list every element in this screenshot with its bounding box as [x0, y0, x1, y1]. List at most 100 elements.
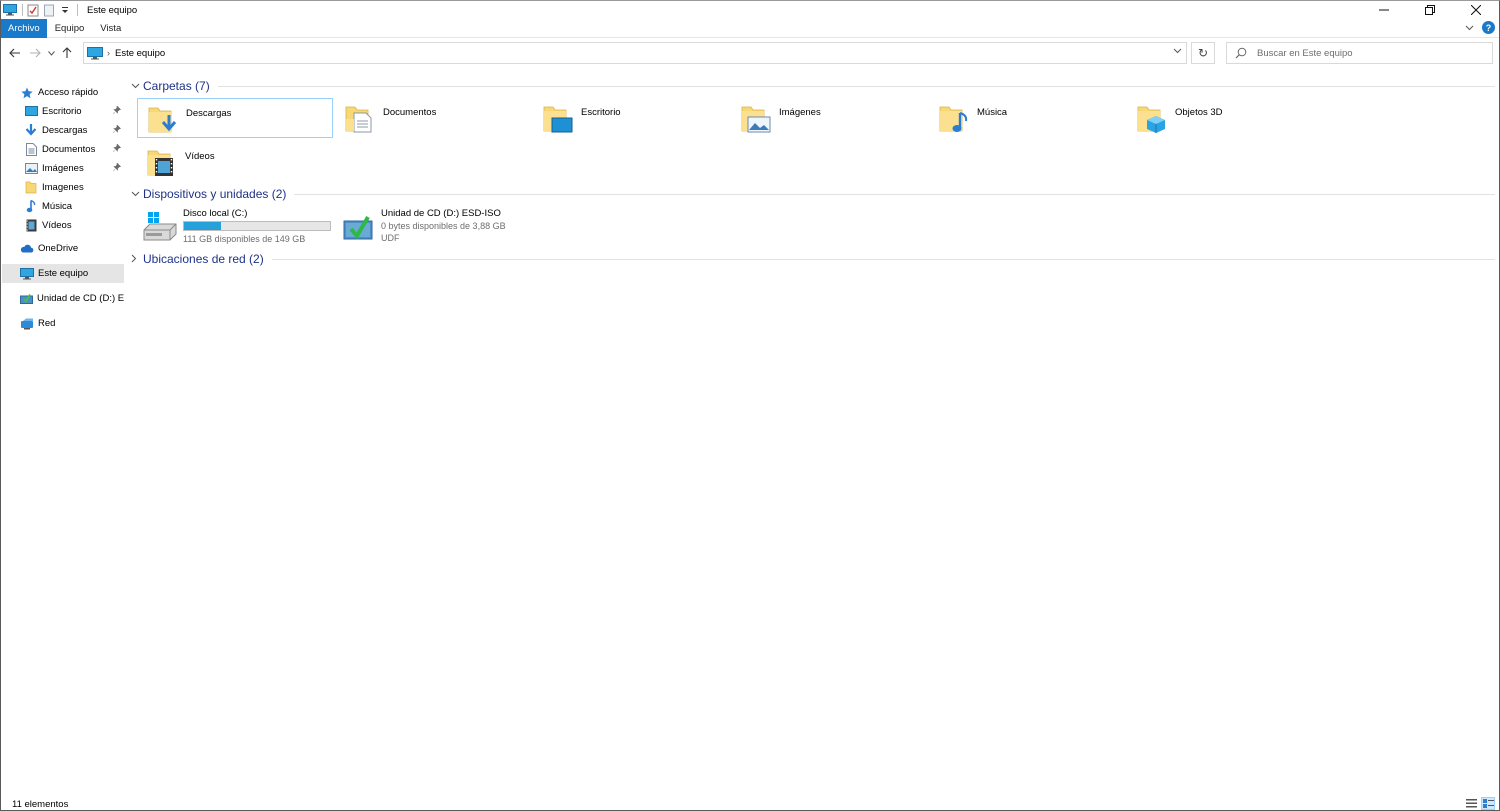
customize-toolbar-icon[interactable] [58, 3, 72, 17]
expand-chevron-icon[interactable] [131, 254, 141, 265]
search-icon [1235, 47, 1249, 59]
videos-folder-icon [145, 144, 179, 178]
recent-locations-chevron-icon[interactable] [45, 43, 57, 63]
navigation-pane: Acceso rápido Escritorio Descargas Docum… [2, 79, 124, 789]
main-content: Carpetas (7) Descargas Documentos Escrit… [125, 67, 1499, 797]
folder-tile-descargas[interactable]: Descargas [137, 98, 333, 138]
sidebar-item-label: Documentos [42, 144, 96, 155]
address-bar[interactable]: › Este equipo [83, 42, 1187, 64]
sidebar-item-onedrive[interactable]: OneDrive [2, 239, 124, 258]
group-divider [294, 193, 1495, 195]
sidebar-item-cd-drive[interactable]: Unidad de CD (D:) ES [2, 289, 124, 308]
downloads-folder-icon [146, 101, 180, 135]
refresh-button[interactable]: ↻ [1191, 42, 1215, 64]
tab-vista[interactable]: Vista [92, 19, 129, 38]
collapse-chevron-icon[interactable] [131, 81, 141, 91]
tab-archivo[interactable]: Archivo [1, 18, 47, 38]
help-icon[interactable]: ? [1482, 21, 1495, 34]
group-divider [217, 85, 1495, 87]
tiles-view-icon[interactable] [1481, 797, 1495, 810]
folder-label: Imágenes [779, 107, 821, 118]
pin-icon[interactable] [113, 105, 122, 117]
capacity-bar [183, 221, 331, 231]
address-dropdown-icon[interactable] [1173, 46, 1182, 57]
music-icon [24, 200, 38, 214]
folder-label: Documentos [383, 107, 437, 118]
folder-tile-musica[interactable]: Música [929, 98, 1125, 138]
group-divider [271, 258, 1495, 260]
documents-folder-icon [343, 100, 377, 134]
window-title: Este equipo [87, 4, 138, 16]
close-button[interactable] [1453, 1, 1499, 19]
this-pc-icon [87, 46, 103, 60]
pin-icon[interactable] [113, 143, 122, 155]
sidebar-item-imagenes-folder[interactable]: Imagenes [2, 178, 124, 197]
drive-free-space: 111 GB disponibles de 149 GB [183, 234, 306, 244]
details-view-icon[interactable] [1464, 797, 1478, 810]
sidebar-item-musica[interactable]: Música [2, 197, 124, 216]
drive-name: Disco local (C:) [183, 208, 248, 219]
back-button[interactable] [5, 43, 25, 63]
3d-objects-folder-icon [1135, 100, 1169, 134]
drive-tile-local-disk[interactable]: Disco local (C:) 111 GB disponibles de 1… [137, 208, 333, 252]
sidebar-item-label: Imágenes [42, 163, 84, 174]
sidebar-item-imagenes-pinned[interactable]: Imágenes [2, 159, 124, 178]
sidebar-item-label: Acceso rápido [38, 87, 99, 98]
tab-equipo[interactable]: Equipo [47, 19, 93, 38]
forward-button[interactable] [25, 43, 45, 63]
toolbar-divider [77, 4, 78, 16]
minimize-button[interactable] [1361, 1, 1407, 19]
search-input[interactable] [1257, 47, 1487, 59]
cd-drive-icon [339, 208, 377, 244]
up-button[interactable] [57, 43, 77, 63]
drive-details: Disco local (C:) 111 GB disponibles de 1… [183, 208, 331, 245]
sidebar-item-escritorio[interactable]: Escritorio [2, 102, 124, 121]
file-explorer-window: Este equipo Archivo Equipo Vista ? › Est… [0, 0, 1500, 811]
folder-label: Música [977, 107, 1008, 118]
status-bar: 11 elementos [1, 797, 1499, 811]
search-box[interactable] [1226, 42, 1493, 64]
group-header-network[interactable]: Ubicaciones de red (2) [131, 250, 1495, 268]
capacity-bar-fill [184, 222, 222, 230]
sidebar-item-videos[interactable]: Vídeos [2, 216, 124, 235]
folder-label: Descargas [186, 108, 232, 119]
sidebar-item-este-equipo[interactable]: Este equipo [2, 264, 124, 283]
sidebar-item-documentos[interactable]: Documentos [2, 140, 124, 159]
title-bar: Este equipo [1, 1, 1499, 19]
group-header-devices[interactable]: Dispositivos y unidades (2) [131, 185, 1495, 203]
group-header-folders[interactable]: Carpetas (7) [131, 77, 1495, 95]
properties-icon[interactable] [26, 3, 40, 17]
breadcrumb[interactable]: Este equipo [115, 48, 165, 59]
folder-tile-objetos-3d[interactable]: Objetos 3D [1127, 98, 1323, 138]
ribbon-tabs: Archivo Equipo Vista ? [1, 18, 1499, 38]
drive-filesystem: UDF [381, 233, 400, 243]
hard-drive-icon [141, 208, 179, 244]
pictures-folder-icon [739, 100, 773, 134]
restore-button[interactable] [1407, 1, 1453, 19]
sidebar-item-label: Unidad de CD (D:) ES [37, 293, 124, 304]
window-controls [1361, 1, 1499, 19]
new-folder-icon[interactable] [42, 3, 56, 17]
expand-ribbon-chevron-icon[interactable] [1465, 23, 1474, 33]
collapse-chevron-icon[interactable] [131, 189, 141, 199]
drive-tile-cd[interactable]: Unidad de CD (D:) ESD-ISO 0 bytes dispon… [335, 208, 531, 252]
star-icon [20, 86, 34, 100]
folder-tile-imagenes[interactable]: Imágenes [731, 98, 927, 138]
pin-icon[interactable] [113, 124, 122, 136]
sidebar-item-label: Vídeos [42, 220, 72, 231]
sidebar-item-label: OneDrive [38, 243, 79, 254]
pin-icon[interactable] [113, 162, 122, 174]
sidebar-item-descargas[interactable]: Descargas [2, 121, 124, 140]
folder-tile-documentos[interactable]: Documentos [335, 98, 531, 138]
cloud-icon [20, 242, 34, 256]
folder-tile-escritorio[interactable]: Escritorio [533, 98, 729, 138]
sidebar-item-red[interactable]: Red [2, 314, 124, 333]
sidebar-item-label: Escritorio [42, 106, 82, 117]
sidebar-item-quick-access[interactable]: Acceso rápido [2, 83, 124, 102]
folder-tile-videos[interactable]: Vídeos [137, 142, 333, 182]
folder-label: Vídeos [185, 151, 215, 162]
sidebar-item-label: Descargas [42, 125, 88, 136]
navigation-bar: › Este equipo ↻ [1, 39, 1499, 67]
breadcrumb-chevron-icon[interactable]: › [107, 48, 110, 58]
group-title: Dispositivos y unidades (2) [143, 187, 287, 201]
